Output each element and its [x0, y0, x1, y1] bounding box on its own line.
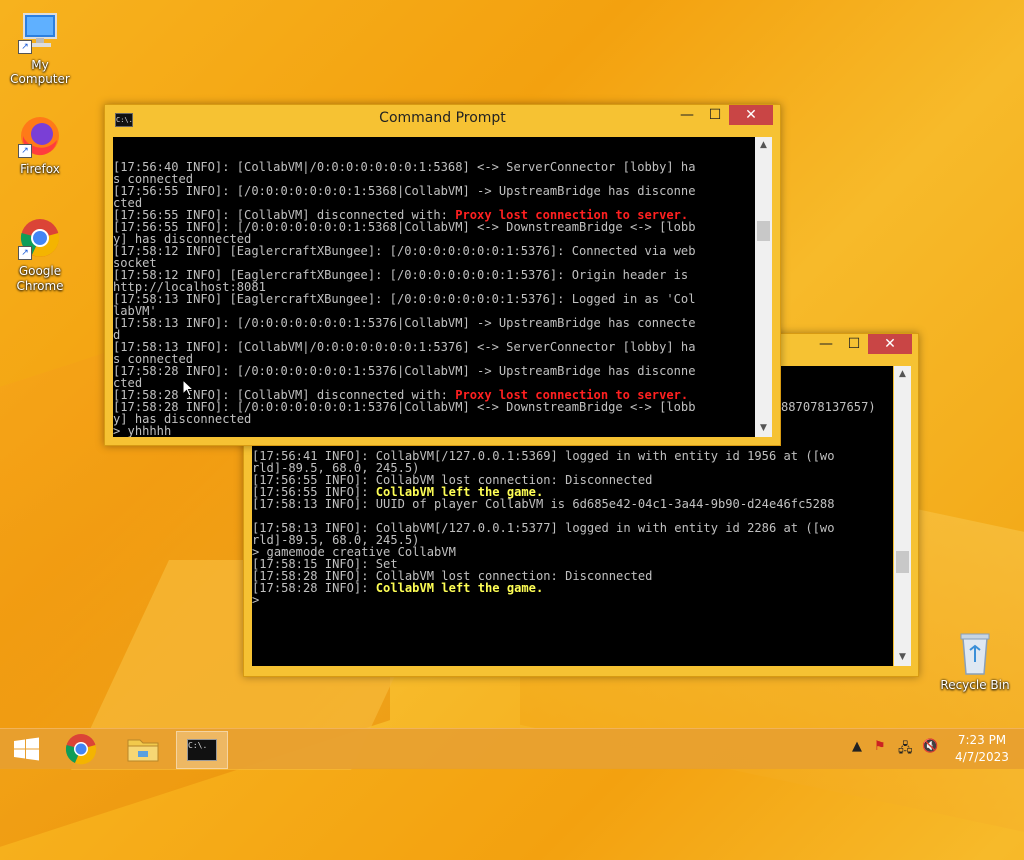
- taskbar-command-prompt[interactable]: C:\.: [176, 731, 228, 769]
- desktop-icon-firefox[interactable]: ↗ Firefox: [0, 114, 80, 176]
- console-line: [17:58:13 INFO] [EaglercraftXBungee]: [/…: [113, 293, 755, 305]
- console-text: [17:58:13 INFO]: UUID of player CollabVM…: [252, 497, 835, 511]
- recycle-bin-icon: [953, 630, 997, 675]
- shortcut-arrow-icon: ↗: [18, 246, 32, 260]
- console-text: [17:58:28 INFO]:: [252, 581, 376, 595]
- chrome-icon: [65, 734, 97, 765]
- maximize-button[interactable]: ☐: [840, 334, 868, 354]
- console-text: 887078137657): [781, 448, 876, 450]
- console-line: [17:56:40 INFO]: [CollabVM|/0:0:0:0:0:0:…: [113, 161, 755, 173]
- console-line: [17:58:13 INFO]: [CollabVM|/0:0:0:0:0:0:…: [113, 341, 755, 353]
- console-text: Command not found: [237, 436, 361, 438]
- desktop-icon-label: My Computer: [10, 58, 70, 86]
- console-text: [17:58:13 INFO]: [/0:0:0:0:0:0:0:1:5376|…: [113, 316, 696, 330]
- console-text: [17:58:12 INFO] [EaglercraftXBungee]: [/…: [113, 244, 696, 258]
- desktop-icon-label: Firefox: [20, 162, 60, 176]
- clock-time: 7:23 PM: [957, 733, 1007, 747]
- console-text: [17:58:28 INFO]: [/0:0:0:0:0:0:0:1:5376|…: [113, 364, 696, 378]
- vertical-scrollbar[interactable]: ▲ ▼: [894, 366, 911, 666]
- console-line: >: [252, 594, 893, 606]
- taskbar-chrome[interactable]: [56, 731, 106, 767]
- console-line: [17:58:13 INFO]: [/0:0:0:0:0:0:0:1:5376|…: [113, 317, 755, 329]
- volume-muted-icon[interactable]: 🔇: [922, 739, 938, 754]
- scroll-up-arrow-icon[interactable]: ▲: [894, 366, 911, 383]
- scrollbar-thumb[interactable]: [757, 221, 770, 241]
- console-line: [17:56:55 INFO]: [/0:0:0:0:0:0:0:1:5368|…: [113, 185, 755, 197]
- scroll-down-arrow-icon[interactable]: ▼: [894, 649, 911, 666]
- system-clock[interactable]: 7:23 PM 4/7/2023: [950, 732, 1014, 766]
- shortcut-arrow-icon: ↗: [18, 40, 32, 54]
- console-line: y] has disconnected: [113, 413, 755, 425]
- desktop-icon-label: Recycle Bin: [940, 678, 1010, 692]
- shortcut-arrow-icon: ↗: [18, 144, 32, 158]
- console-line: [17:58:13 INFO]: UUID of player CollabVM…: [252, 498, 893, 510]
- scroll-up-arrow-icon[interactable]: ▲: [755, 137, 772, 154]
- close-button[interactable]: ✕: [868, 334, 912, 354]
- desktop-icon-label: Google Chrome: [16, 264, 64, 293]
- windows-logo-icon: [14, 737, 39, 761]
- console-line: [17:58:28 INFO]: [/0:0:0:0:0:0:0:1:5376|…: [113, 365, 755, 377]
- scroll-down-arrow-icon[interactable]: ▼: [755, 420, 772, 437]
- start-button[interactable]: [2, 731, 52, 767]
- cmd-icon: C:\.: [187, 739, 217, 761]
- console-line: 887078137657): [781, 401, 893, 413]
- taskbar: C:\. ▲ ⚑ 🖧 🔇 7:23 PM 4/7/2023: [0, 728, 1024, 769]
- clock-date: 4/7/2023: [955, 750, 1009, 764]
- console-text: [17:58:13 INFO] [EaglercraftXBungee]: [/…: [113, 292, 696, 306]
- network-icon[interactable]: 🖧: [898, 739, 913, 761]
- scrollbar-thumb[interactable]: [896, 551, 909, 573]
- desktop-icon-my-computer[interactable]: ↗ My Computer: [0, 10, 80, 86]
- window-titlebar[interactable]: C:\. Command Prompt — ☐ ✕: [105, 105, 780, 131]
- console-text: CollabVM left the game.: [375, 581, 544, 595]
- console-text: [17:58:13 INFO]: [CollabVM|/0:0:0:0:0:0:…: [113, 340, 696, 354]
- server-console-peek: 887078137657) 887078137657): [781, 377, 893, 449]
- minimize-button[interactable]: —: [673, 105, 701, 125]
- console-text: [19:22:59 INFO]:: [113, 436, 237, 438]
- minimize-button[interactable]: —: [812, 334, 840, 354]
- cmd-console-output[interactable]: [17:56:40 INFO]: [CollabVM|/0:0:0:0:0:0:…: [113, 137, 755, 437]
- command-prompt-window[interactable]: C:\. Command Prompt — ☐ ✕ [17:56:40 INFO…: [104, 104, 781, 446]
- console-text: [17:56:40 INFO]: [CollabVM|/0:0:0:0:0:0:…: [113, 160, 696, 174]
- console-line: [17:58:28 INFO]: CollabVM left the game.: [252, 582, 893, 594]
- console-text: [17:56:55 INFO]: [/0:0:0:0:0:0:0:1:5368|…: [113, 184, 696, 198]
- vertical-scrollbar[interactable]: ▲ ▼: [755, 137, 772, 437]
- mouse-cursor-icon: [182, 379, 194, 397]
- firefox-icon: ↗: [18, 114, 62, 158]
- console-text: 887078137657): [781, 400, 876, 414]
- chrome-icon: ↗: [18, 216, 62, 260]
- folder-icon: [127, 739, 159, 762]
- console-line: [17:58:12 INFO] [EaglercraftXBungee]: [/…: [113, 245, 755, 257]
- taskbar-file-explorer[interactable]: [118, 731, 168, 767]
- console-text: >: [252, 593, 260, 607]
- desktop-icon-google-chrome[interactable]: ↗ Google Chrome: [0, 216, 80, 294]
- close-button[interactable]: ✕: [729, 105, 773, 125]
- computer-icon: ↗: [18, 10, 62, 54]
- action-center-flag-icon[interactable]: ⚑: [874, 739, 886, 754]
- show-hidden-icons-icon[interactable]: ▲: [852, 739, 862, 754]
- desktop-icon-recycle-bin[interactable]: Recycle Bin: [935, 630, 1015, 692]
- maximize-button[interactable]: ☐: [701, 105, 729, 125]
